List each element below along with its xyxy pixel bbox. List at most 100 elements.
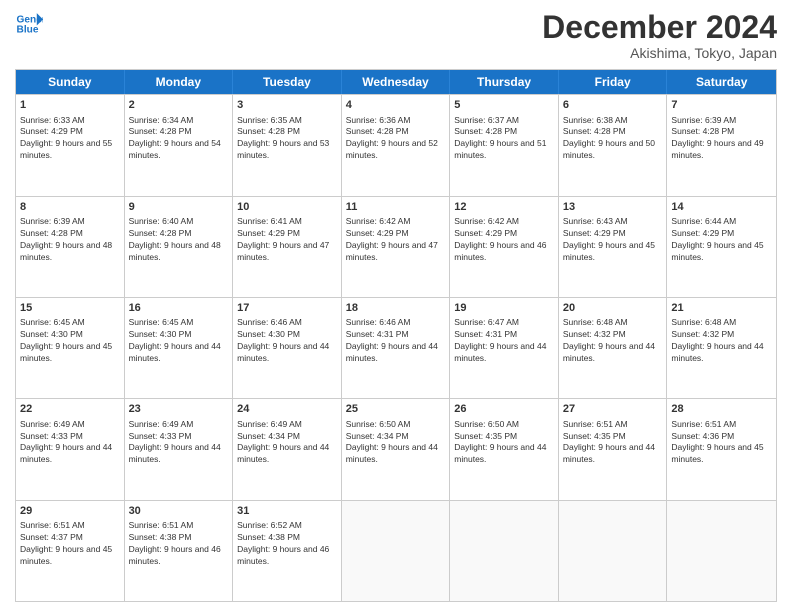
sunrise-text: Sunrise: 6:51 AM [20, 520, 85, 530]
day-cell-1: 1Sunrise: 6:33 AMSunset: 4:29 PMDaylight… [16, 95, 125, 195]
day-number: 19 [454, 301, 554, 316]
day-cell-18: 18Sunrise: 6:46 AMSunset: 4:31 PMDayligh… [342, 298, 451, 398]
daylight-text: Daylight: 9 hours and 44 minutes. [454, 341, 546, 363]
day-number: 28 [671, 402, 772, 417]
daylight-text: Daylight: 9 hours and 44 minutes. [563, 341, 655, 363]
sunset-text: Sunset: 4:31 PM [454, 329, 517, 339]
day-cell-23: 23Sunrise: 6:49 AMSunset: 4:33 PMDayligh… [125, 399, 234, 499]
day-number: 24 [237, 402, 337, 417]
daylight-text: Daylight: 9 hours and 45 minutes. [20, 544, 112, 566]
day-number: 5 [454, 98, 554, 113]
sunset-text: Sunset: 4:28 PM [237, 126, 300, 136]
day-cell-8: 8Sunrise: 6:39 AMSunset: 4:28 PMDaylight… [16, 197, 125, 297]
day-number: 7 [671, 98, 772, 113]
sunset-text: Sunset: 4:37 PM [20, 532, 83, 542]
daylight-text: Daylight: 9 hours and 47 minutes. [237, 240, 329, 262]
day-number: 6 [563, 98, 663, 113]
sunset-text: Sunset: 4:33 PM [20, 431, 83, 441]
logo: General Blue [15, 10, 43, 38]
day-header-thursday: Thursday [450, 70, 559, 94]
sunrise-text: Sunrise: 6:49 AM [20, 419, 85, 429]
sunset-text: Sunset: 4:29 PM [346, 228, 409, 238]
day-cell-12: 12Sunrise: 6:42 AMSunset: 4:29 PMDayligh… [450, 197, 559, 297]
day-header-saturday: Saturday [667, 70, 776, 94]
day-number: 10 [237, 200, 337, 215]
day-number: 30 [129, 504, 229, 519]
sunrise-text: Sunrise: 6:39 AM [671, 115, 736, 125]
day-header-friday: Friday [559, 70, 668, 94]
day-number: 25 [346, 402, 446, 417]
sunset-text: Sunset: 4:28 PM [20, 228, 83, 238]
week-row-5: 29Sunrise: 6:51 AMSunset: 4:37 PMDayligh… [16, 500, 776, 601]
daylight-text: Daylight: 9 hours and 44 minutes. [346, 341, 438, 363]
header: General Blue December 2024 Akishima, Tok… [15, 10, 777, 61]
day-number: 26 [454, 402, 554, 417]
sunset-text: Sunset: 4:28 PM [346, 126, 409, 136]
sunrise-text: Sunrise: 6:46 AM [237, 317, 302, 327]
day-header-wednesday: Wednesday [342, 70, 451, 94]
sunrise-text: Sunrise: 6:49 AM [129, 419, 194, 429]
day-number: 11 [346, 200, 446, 215]
sunset-text: Sunset: 4:28 PM [671, 126, 734, 136]
week-row-2: 8Sunrise: 6:39 AMSunset: 4:28 PMDaylight… [16, 196, 776, 297]
day-cell-22: 22Sunrise: 6:49 AMSunset: 4:33 PMDayligh… [16, 399, 125, 499]
logo-icon: General Blue [15, 10, 43, 38]
sunrise-text: Sunrise: 6:40 AM [129, 216, 194, 226]
sunrise-text: Sunrise: 6:36 AM [346, 115, 411, 125]
sunrise-text: Sunrise: 6:46 AM [346, 317, 411, 327]
day-number: 23 [129, 402, 229, 417]
sunrise-text: Sunrise: 6:38 AM [563, 115, 628, 125]
daylight-text: Daylight: 9 hours and 45 minutes. [20, 341, 112, 363]
day-cell-29: 29Sunrise: 6:51 AMSunset: 4:37 PMDayligh… [16, 501, 125, 601]
day-number: 2 [129, 98, 229, 113]
day-cell-2: 2Sunrise: 6:34 AMSunset: 4:28 PMDaylight… [125, 95, 234, 195]
calendar-body: 1Sunrise: 6:33 AMSunset: 4:29 PMDaylight… [16, 94, 776, 601]
daylight-text: Daylight: 9 hours and 48 minutes. [20, 240, 112, 262]
sunrise-text: Sunrise: 6:33 AM [20, 115, 85, 125]
sunset-text: Sunset: 4:34 PM [346, 431, 409, 441]
svg-text:Blue: Blue [17, 25, 39, 36]
daylight-text: Daylight: 9 hours and 52 minutes. [346, 138, 438, 160]
week-row-1: 1Sunrise: 6:33 AMSunset: 4:29 PMDaylight… [16, 94, 776, 195]
daylight-text: Daylight: 9 hours and 44 minutes. [454, 442, 546, 464]
day-cell-11: 11Sunrise: 6:42 AMSunset: 4:29 PMDayligh… [342, 197, 451, 297]
sunset-text: Sunset: 4:36 PM [671, 431, 734, 441]
sunset-text: Sunset: 4:29 PM [237, 228, 300, 238]
sunset-text: Sunset: 4:29 PM [454, 228, 517, 238]
calendar-header: SundayMondayTuesdayWednesdayThursdayFrid… [16, 70, 776, 94]
daylight-text: Daylight: 9 hours and 55 minutes. [20, 138, 112, 160]
day-cell-30: 30Sunrise: 6:51 AMSunset: 4:38 PMDayligh… [125, 501, 234, 601]
day-cell-20: 20Sunrise: 6:48 AMSunset: 4:32 PMDayligh… [559, 298, 668, 398]
empty-cell [342, 501, 451, 601]
daylight-text: Daylight: 9 hours and 44 minutes. [671, 341, 763, 363]
sunrise-text: Sunrise: 6:52 AM [237, 520, 302, 530]
sunset-text: Sunset: 4:35 PM [454, 431, 517, 441]
sunrise-text: Sunrise: 6:49 AM [237, 419, 302, 429]
daylight-text: Daylight: 9 hours and 46 minutes. [237, 544, 329, 566]
sunset-text: Sunset: 4:30 PM [237, 329, 300, 339]
empty-cell [559, 501, 668, 601]
sunrise-text: Sunrise: 6:51 AM [129, 520, 194, 530]
sunrise-text: Sunrise: 6:51 AM [563, 419, 628, 429]
day-number: 3 [237, 98, 337, 113]
daylight-text: Daylight: 9 hours and 44 minutes. [129, 341, 221, 363]
empty-cell [450, 501, 559, 601]
day-cell-24: 24Sunrise: 6:49 AMSunset: 4:34 PMDayligh… [233, 399, 342, 499]
day-cell-5: 5Sunrise: 6:37 AMSunset: 4:28 PMDaylight… [450, 95, 559, 195]
daylight-text: Daylight: 9 hours and 44 minutes. [20, 442, 112, 464]
day-number: 14 [671, 200, 772, 215]
sunset-text: Sunset: 4:28 PM [129, 126, 192, 136]
sunrise-text: Sunrise: 6:34 AM [129, 115, 194, 125]
daylight-text: Daylight: 9 hours and 44 minutes. [346, 442, 438, 464]
sunset-text: Sunset: 4:38 PM [129, 532, 192, 542]
daylight-text: Daylight: 9 hours and 45 minutes. [563, 240, 655, 262]
day-cell-17: 17Sunrise: 6:46 AMSunset: 4:30 PMDayligh… [233, 298, 342, 398]
sunset-text: Sunset: 4:35 PM [563, 431, 626, 441]
sunrise-text: Sunrise: 6:42 AM [454, 216, 519, 226]
sunrise-text: Sunrise: 6:42 AM [346, 216, 411, 226]
title-block: December 2024 Akishima, Tokyo, Japan [542, 10, 777, 61]
daylight-text: Daylight: 9 hours and 53 minutes. [237, 138, 329, 160]
sunset-text: Sunset: 4:32 PM [671, 329, 734, 339]
daylight-text: Daylight: 9 hours and 44 minutes. [129, 442, 221, 464]
sunrise-text: Sunrise: 6:35 AM [237, 115, 302, 125]
